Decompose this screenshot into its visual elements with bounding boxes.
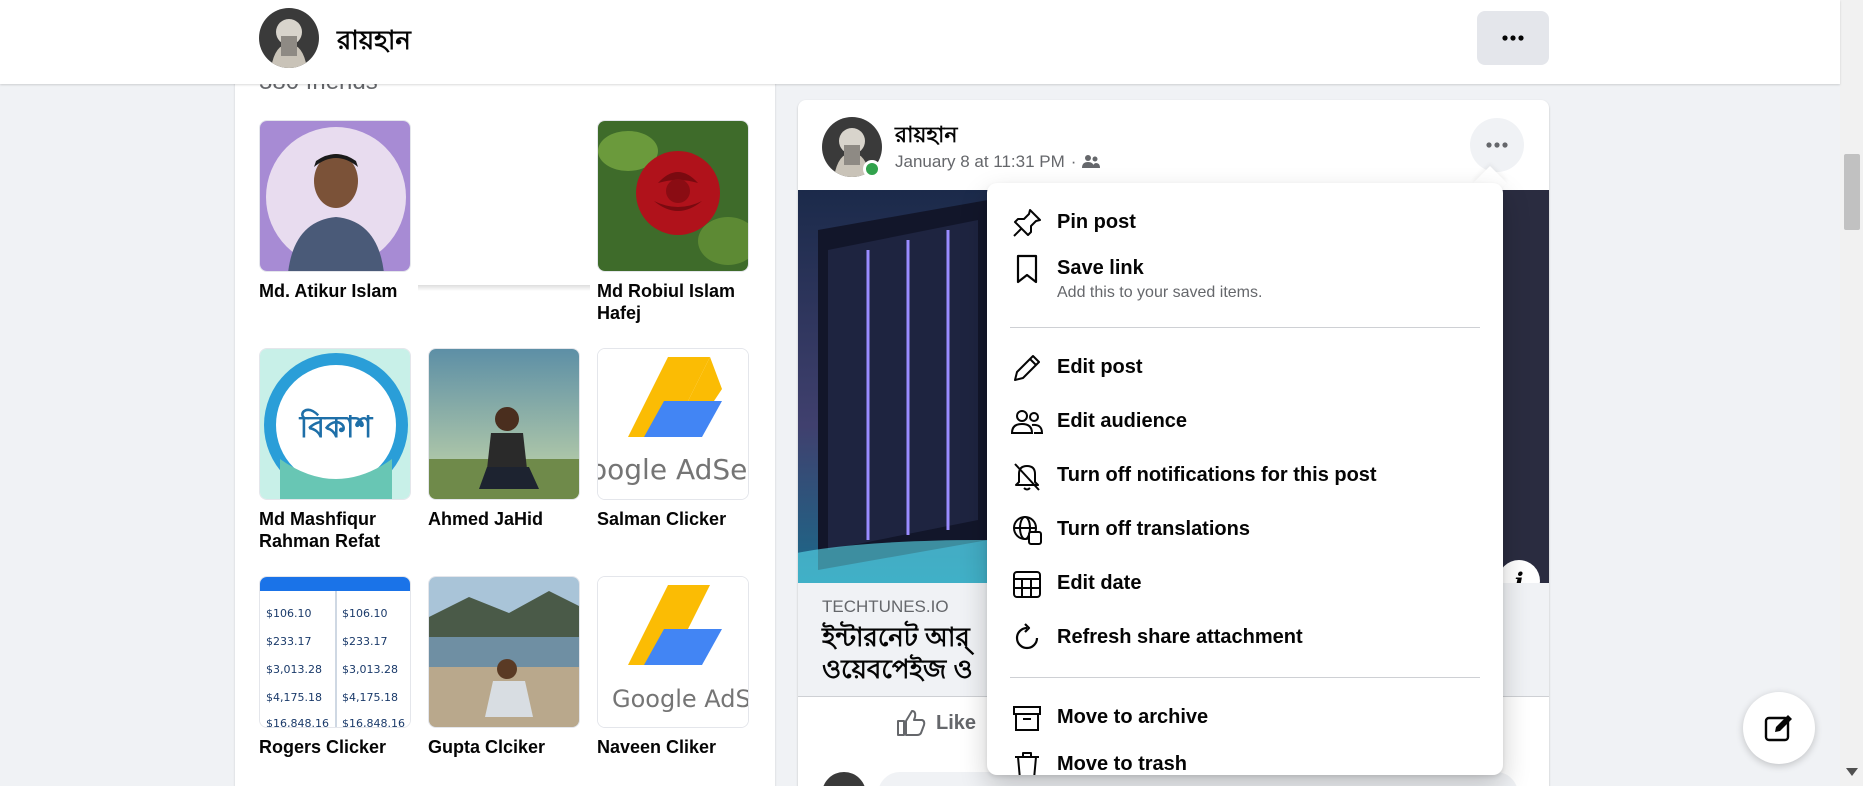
profile-avatar[interactable] [259,8,319,68]
pin-icon [1013,209,1041,237]
header-more-button[interactable] [1477,11,1549,65]
bell-off-icon [1014,463,1040,491]
menu-item-turn-off-translations[interactable]: Turn off translations [1009,512,1479,548]
svg-text:$233.17: $233.17 [342,635,388,648]
compose-icon [1764,715,1792,742]
friend-name[interactable]: Gupta Clciker [428,736,582,758]
menu-item-edit-post[interactable]: Edit post [1009,350,1479,386]
svg-text:Google AdSen: Google AdSen [612,685,749,713]
like-label: Like [936,711,977,734]
svg-text:বিকাশ: বিকাশ [299,408,374,445]
svg-text:$3,013.28: $3,013.28 [342,663,398,676]
svg-text:$4,175.18: $4,175.18 [266,691,322,704]
menu-item-label: Turn off notifications for this post [1057,464,1377,486]
svg-text:$233.17: $233.17 [266,635,312,648]
menu-item-move-to-archive[interactable]: Move to archive [1009,700,1479,736]
menu-item-label: Edit audience [1057,410,1188,432]
friend-card[interactable]: Md. Atikur Islam [259,120,413,302]
friend-name[interactable]: Md Mashfiqur Rahman Refat [259,508,413,552]
commenter-avatar [822,772,866,786]
refresh-icon [1015,623,1039,650]
post-date[interactable]: January 8 at 11:31 PM [895,152,1065,172]
svg-text:$3,013.28: $3,013.28 [266,663,322,676]
friend-name[interactable]: Md. Atikur Islam [259,280,413,302]
menu-item-label: Move to trash [1057,753,1188,775]
profile-name[interactable]: রায়হান [337,20,411,64]
menu-item-refresh-share-attachment[interactable]: Refresh share attachment [1009,620,1479,656]
svg-text:$16,848.16: $16,848.16 [266,717,329,728]
menu-item-edit-audience[interactable]: Edit audience [1009,404,1479,440]
scroll-down-arrow-icon[interactable] [1846,768,1858,776]
menu-item-save-link[interactable]: Save link Add this to your saved items. [1009,251,1479,303]
audience-icon [1010,410,1044,434]
friend-name[interactable]: Salman Clicker [597,508,751,530]
new-message-button[interactable] [1743,692,1815,764]
friend-card[interactable]: Ahmed JaHid [428,348,582,530]
menu-item-label: Move to archive [1057,706,1209,728]
menu-item-edit-date[interactable]: Edit date [1009,566,1479,602]
meta-separator: · [1070,152,1077,171]
post-author-name[interactable]: রায়হান [895,118,958,155]
friend-name[interactable]: Md Robiul Islam Hafej [597,280,751,324]
thumbs-up-icon [897,710,926,736]
menu-item-label: Refresh share attachment [1057,626,1303,648]
svg-text:$16,848.16: $16,848.16 [342,717,405,728]
friend-card[interactable]: Gupta Clciker [428,576,582,758]
scrollbar-thumb[interactable] [1844,154,1860,230]
more-dots-icon [1486,142,1508,148]
friend-card[interactable]: $106.10 $106.10 $233.17 $233.17 $3,013.2… [259,576,413,758]
menu-item-sublabel: Add this to your saved items. [1057,284,1263,301]
friend-photo[interactable] [428,348,580,500]
svg-text:$4,175.18: $4,175.18 [342,691,398,704]
archive-icon [1013,706,1041,731]
menu-item-move-to-trash[interactable]: Move to trash [1009,747,1479,775]
post-meta: January 8 at 11:31 PM · [895,152,1101,172]
friend-card[interactable]: Md Robiul Islam Hafej [597,120,751,324]
friend-photo[interactable] [428,576,580,728]
online-status-dot [863,160,881,178]
page-scrollbar[interactable] [1840,0,1863,786]
profile-header: রায়হান [0,0,1840,84]
friend-photo[interactable]: $106.10 $106.10 $233.17 $233.17 $3,013.2… [259,576,411,728]
friend-card[interactable] [418,120,590,291]
menu-item-label: Edit post [1057,356,1143,378]
svg-text:oogle AdSen: oogle AdSen [598,453,749,486]
calendar-icon [1013,571,1041,598]
friend-name[interactable]: Rogers Clicker [259,736,413,758]
friend-photo[interactable]: Google AdSen [597,576,749,728]
friend-name[interactable]: Naveen Cliker [597,736,751,758]
more-dots-icon [1502,35,1524,41]
friend-photo[interactable]: oogle AdSen [597,348,749,500]
friend-photo[interactable] [597,120,749,272]
menu-divider [1010,677,1480,678]
friend-photo[interactable] [259,120,411,272]
menu-item-label: Turn off translations [1057,518,1250,540]
friends-audience-icon[interactable] [1082,154,1101,170]
friend-photo-loading[interactable] [418,120,590,291]
menu-item-pin-post[interactable]: Pin post [1009,205,1479,241]
friend-name[interactable]: Ahmed JaHid [428,508,582,530]
like-button[interactable]: Like [896,709,976,737]
menu-item-label: Pin post [1057,211,1136,233]
friend-card[interactable]: বিকাশ Md Mashfiqur Rahman Refat [259,348,413,552]
svg-text:$106.10: $106.10 [342,607,388,620]
menu-item-turn-off-notifications[interactable]: Turn off notifications for this post [1009,458,1479,494]
menu-item-label: Save link [1057,257,1144,279]
menu-divider [1010,327,1480,328]
post-options-button[interactable] [1470,118,1524,172]
globe-translate-icon [1013,516,1042,545]
friend-card[interactable]: oogle AdSen Salman Clicker [597,348,751,530]
post-options-menu: Pin post Save link Add this to your save… [987,183,1503,775]
friend-card[interactable]: Google AdSen Naveen Cliker [597,576,751,758]
trash-icon [1015,752,1039,775]
menu-item-label: Edit date [1057,572,1142,594]
link-domain: TECHTUNES.IO [822,597,949,616]
pencil-icon [1014,355,1040,381]
svg-text:$106.10: $106.10 [266,607,312,620]
friend-photo[interactable]: বিকাশ [259,348,411,500]
bookmark-icon [1016,254,1038,284]
